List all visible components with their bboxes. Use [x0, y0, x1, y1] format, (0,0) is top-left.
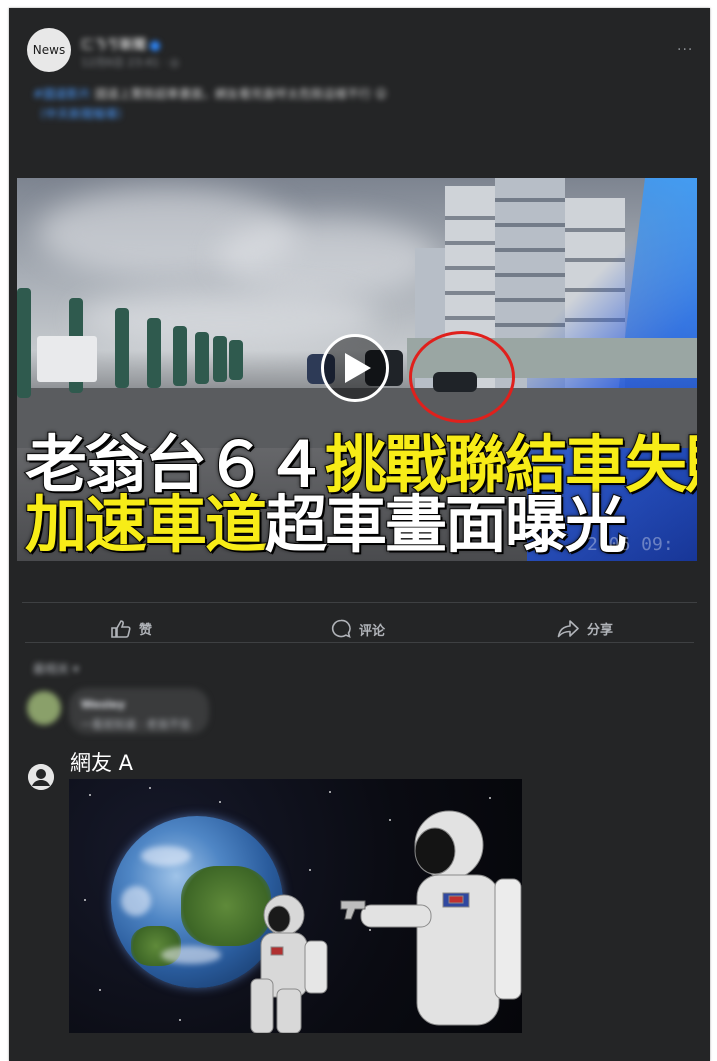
play-button[interactable] — [321, 334, 389, 402]
barrier-post — [173, 326, 187, 386]
post-card: News ㄈㄋㄎ新聞 12月6日 23:41 · ◎ ··· #國道影片 國道上… — [9, 8, 710, 1061]
barrier-post — [17, 288, 31, 398]
avatar-label: News — [32, 43, 66, 57]
commenter-name[interactable]: 網友 A — [70, 747, 133, 777]
comment-text: 一看就知道 · 老翁不信 — [81, 718, 191, 731]
astronaut-with-gun — [340, 810, 522, 1026]
barrier-post — [147, 318, 161, 388]
post-caption: #國道影片 國道上驚險超車畫面，網友看完直呼太危險這樣不行 😮 （中天新聞報導） — [33, 84, 673, 124]
commenter-name[interactable]: Wesley — [81, 698, 125, 711]
comment-image[interactable] — [69, 779, 522, 1033]
comment-label[interactable]: 评论 — [359, 620, 385, 639]
share-label[interactable]: 分享 — [587, 619, 613, 638]
verified-badge-icon — [150, 40, 161, 51]
commenter-avatar[interactable] — [27, 691, 61, 725]
cloud — [217, 218, 437, 298]
post-timestamp[interactable]: 12月6日 23:41 · ◎ — [81, 54, 179, 70]
video-timestamp: 2-06 09: — [587, 534, 674, 555]
thumbs-up-icon — [111, 619, 131, 638]
astronaut-front — [250, 894, 328, 1033]
barrier-post — [213, 336, 227, 382]
headline-yellow-part: 加速車道 — [24, 488, 268, 561]
page-name-text[interactable]: ㄈㄋㄎ新聞 — [81, 38, 146, 53]
page-avatar[interactable]: News — [27, 28, 71, 72]
divider — [22, 602, 697, 603]
comment-sort-dropdown[interactable]: 最相关 ▾ — [33, 660, 79, 677]
hashtag-link[interactable]: #國道影片 — [33, 87, 91, 101]
divider — [25, 642, 694, 643]
comment-bubble-icon — [331, 619, 351, 638]
share-arrow-icon — [557, 619, 579, 637]
page-name[interactable]: ㄈㄋㄎ新聞 — [81, 34, 161, 53]
like-label[interactable]: 赞 — [139, 619, 152, 638]
barrier-post — [229, 340, 243, 380]
headline-white-part: 超車畫面曝光 — [264, 488, 628, 561]
truck — [37, 336, 97, 382]
caption-text: 國道上驚險超車畫面，網友看完直呼太危險這樣不行 😮 — [91, 87, 388, 101]
person-icon — [28, 764, 54, 790]
headline-line-2: 加速車道超車畫面曝光 — [24, 488, 628, 561]
caption-line2[interactable]: （中天新聞報導） — [33, 107, 129, 121]
video-player[interactable]: 老翁台６４挑戰聯結車失敗 加速車道超車畫面曝光 2-06 09: — [17, 178, 697, 561]
barrier-post — [115, 308, 129, 388]
highlight-circle — [409, 331, 515, 423]
barrier-post — [195, 332, 209, 384]
share-button[interactable]: 分享 — [557, 619, 613, 638]
like-button[interactable]: 赞 — [111, 619, 152, 638]
comment-button[interactable]: 评论 — [331, 619, 385, 639]
play-icon — [345, 353, 371, 383]
astronauts-illustration — [250, 810, 522, 1033]
more-options-icon[interactable]: ··· — [677, 42, 693, 58]
user-avatar-icon[interactable] — [28, 764, 54, 790]
